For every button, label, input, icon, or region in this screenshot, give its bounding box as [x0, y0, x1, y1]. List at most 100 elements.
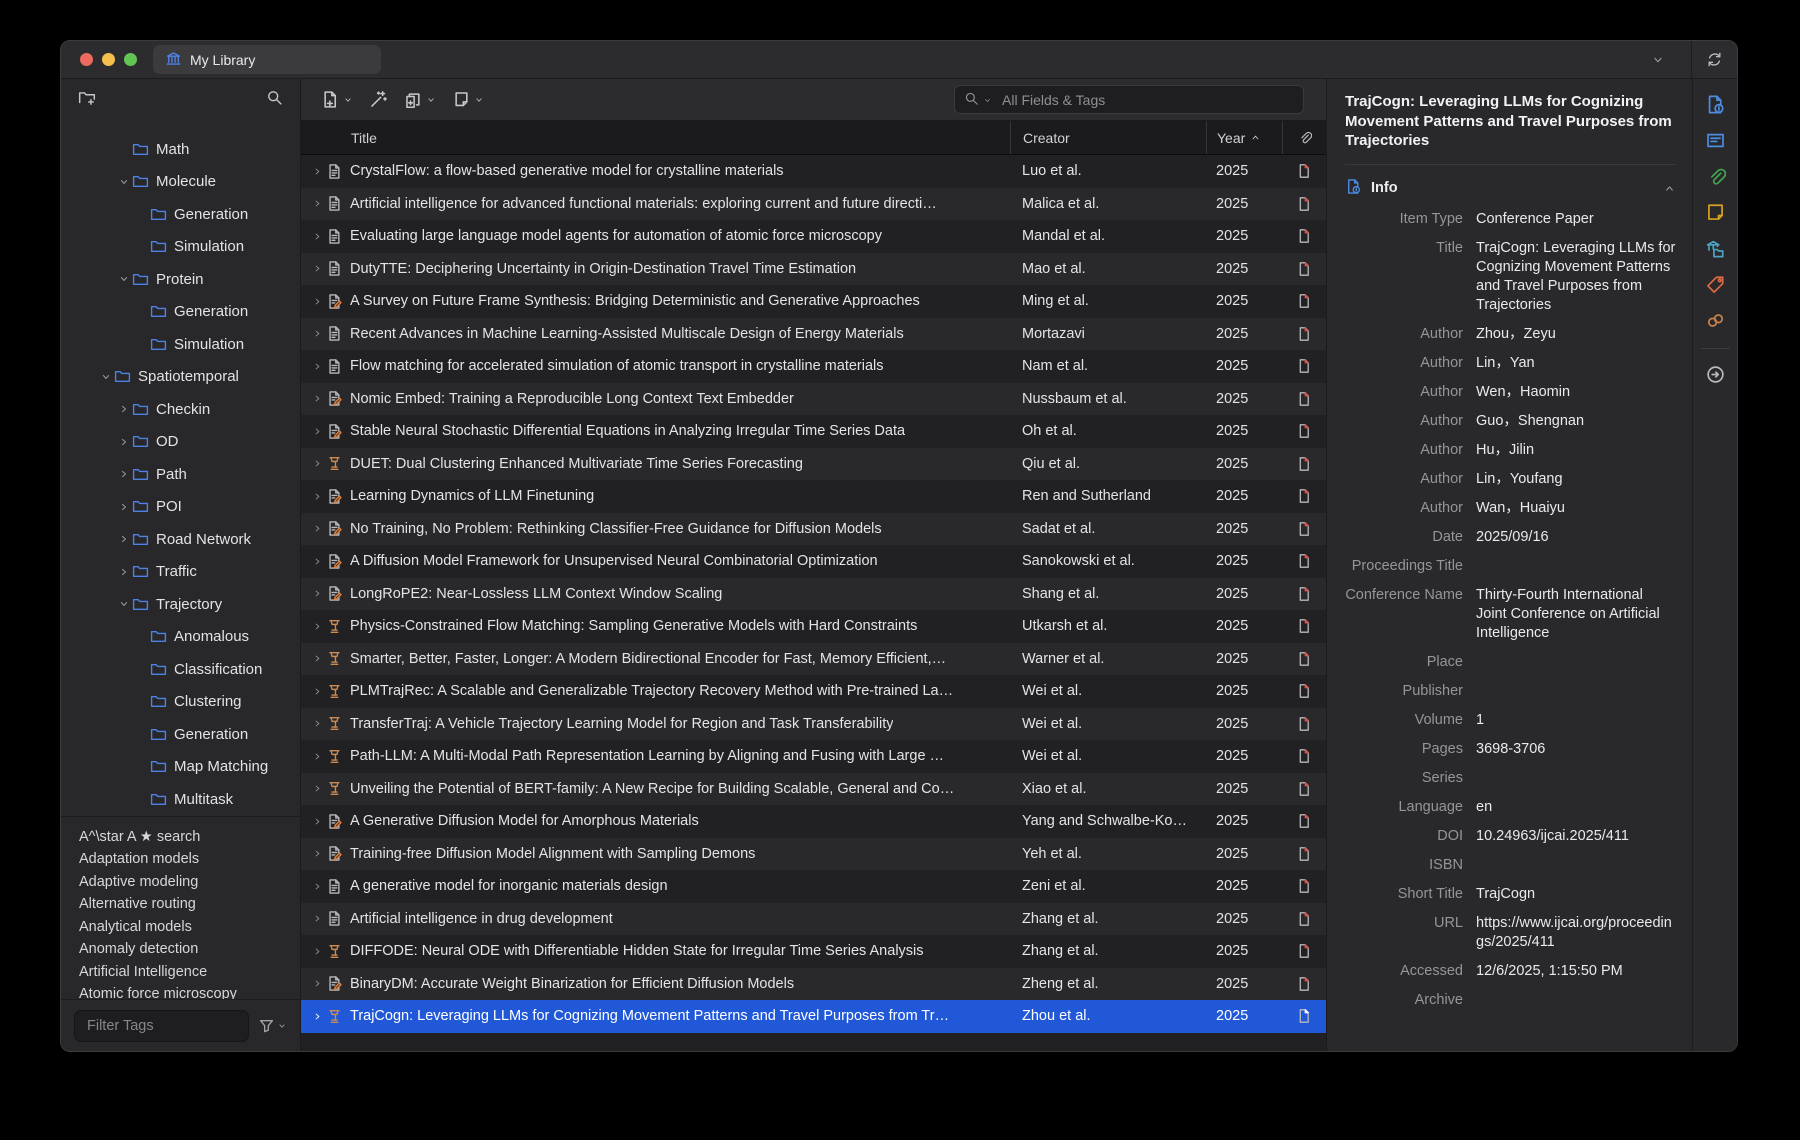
add-by-identifier-button[interactable]: [361, 86, 396, 113]
field-value[interactable]: [1476, 682, 1676, 701]
table-row-selected[interactable]: TrajCogn: Leveraging LLMs for Cognizing …: [301, 1000, 1326, 1033]
pdf-attachment-icon[interactable]: [1282, 911, 1326, 927]
search-scope-chevron-icon[interactable]: [983, 92, 992, 108]
table-row[interactable]: A Generative Diffusion Model for Amorpho…: [301, 805, 1326, 838]
collection-row-generation[interactable]: Generation: [61, 296, 300, 329]
field-value[interactable]: 10.24963/ijcai.2025/411: [1476, 827, 1676, 846]
pdf-attachment-icon[interactable]: [1282, 423, 1326, 439]
close-window-button[interactable]: [80, 53, 93, 66]
field-value[interactable]: Zhou，Zeyu: [1476, 325, 1676, 344]
tag-item[interactable]: Adaptation models: [79, 848, 300, 871]
expand-row-chevron-icon[interactable]: [312, 946, 326, 957]
field-value[interactable]: Hu，Jilin: [1476, 441, 1676, 460]
expand-row-chevron-icon[interactable]: [312, 523, 326, 534]
expand-row-chevron-icon[interactable]: [312, 816, 326, 827]
field-value[interactable]: Lin，Youfang: [1476, 470, 1676, 489]
tabs-menu-chevron-icon[interactable]: [1651, 53, 1665, 67]
notes-tab-icon[interactable]: [1705, 202, 1726, 223]
chevron-right-icon[interactable]: [115, 501, 132, 513]
expand-row-chevron-icon[interactable]: [312, 621, 326, 632]
pdf-attachment-icon[interactable]: [1282, 813, 1326, 829]
table-row[interactable]: Artificial intelligence in drug developm…: [301, 903, 1326, 936]
expand-row-chevron-icon[interactable]: [312, 491, 326, 502]
table-row[interactable]: PLMTrajRec: A Scalable and Generalizable…: [301, 675, 1326, 708]
libraries-collections-tab-icon[interactable]: [1705, 238, 1726, 259]
expand-row-chevron-icon[interactable]: [312, 978, 326, 989]
collection-row-path[interactable]: Path: [61, 458, 300, 491]
collection-row-generation[interactable]: Generation: [61, 718, 300, 751]
new-item-button[interactable]: [313, 86, 361, 113]
field-value[interactable]: [1476, 653, 1676, 672]
collection-row-od[interactable]: OD: [61, 426, 300, 459]
collection-row-math[interactable]: Math: [61, 133, 300, 166]
tag-item[interactable]: Artificial Intelligence: [79, 961, 300, 984]
pdf-attachment-icon[interactable]: [1282, 846, 1326, 862]
field-value[interactable]: [1476, 557, 1676, 576]
tag-item[interactable]: A^\star A ★ search: [79, 826, 300, 849]
table-row[interactable]: Training-free Diffusion Model Alignment …: [301, 838, 1326, 871]
collection-row-map-matching[interactable]: Map Matching: [61, 751, 300, 784]
expand-row-chevron-icon[interactable]: [312, 848, 326, 859]
collection-row-traffic[interactable]: Traffic: [61, 556, 300, 589]
table-row[interactable]: Flow matching for accelerated simulation…: [301, 350, 1326, 383]
column-header-title[interactable]: Title: [301, 121, 1010, 154]
field-value[interactable]: 12/6/2025, 1:15:50 PM: [1476, 962, 1676, 981]
field-value[interactable]: [1476, 769, 1676, 788]
expand-row-chevron-icon[interactable]: [312, 913, 326, 924]
pdf-attachment-icon[interactable]: [1282, 716, 1326, 732]
field-value[interactable]: Wan，Huaiyu: [1476, 499, 1676, 518]
expand-row-chevron-icon[interactable]: [312, 1011, 326, 1022]
field-value[interactable]: Guo，Shengnan: [1476, 412, 1676, 431]
table-row[interactable]: Recent Advances in Machine Learning-Assi…: [301, 318, 1326, 351]
field-value[interactable]: Wen，Haomin: [1476, 383, 1676, 402]
chevron-right-icon[interactable]: [115, 566, 132, 578]
pdf-attachment-icon[interactable]: [1282, 781, 1326, 797]
field-value[interactable]: en: [1476, 798, 1676, 817]
table-row[interactable]: Nomic Embed: Training a Reproducible Lon…: [301, 383, 1326, 416]
expand-row-chevron-icon[interactable]: [312, 426, 326, 437]
search-input[interactable]: All Fields & Tags: [954, 85, 1304, 114]
pdf-attachment-icon[interactable]: [1282, 196, 1326, 212]
collection-row-road-network[interactable]: Road Network: [61, 523, 300, 556]
column-header-attachment[interactable]: [1282, 121, 1326, 154]
expand-row-chevron-icon[interactable]: [312, 751, 326, 762]
field-value[interactable]: 2025/09/16: [1476, 528, 1676, 547]
table-row[interactable]: LongRoPE2: Near-Lossless LLM Context Win…: [301, 578, 1326, 611]
chevron-right-icon[interactable]: [115, 533, 132, 545]
add-attachment-button[interactable]: [396, 86, 444, 113]
expand-row-chevron-icon[interactable]: [312, 588, 326, 599]
pdf-attachment-icon[interactable]: [1282, 651, 1326, 667]
expand-row-chevron-icon[interactable]: [312, 393, 326, 404]
pdf-attachment-icon[interactable]: [1282, 1008, 1326, 1024]
table-row[interactable]: DutyTTE: Deciphering Uncertainty in Orig…: [301, 253, 1326, 286]
table-row[interactable]: A Survey on Future Frame Synthesis: Brid…: [301, 285, 1326, 318]
collection-row-checkin[interactable]: Checkin: [61, 393, 300, 426]
collection-row-protein[interactable]: Protein: [61, 263, 300, 296]
field-value[interactable]: [1476, 856, 1676, 875]
pdf-attachment-icon[interactable]: [1282, 293, 1326, 309]
field-value[interactable]: TrajCogn: [1476, 885, 1676, 904]
collection-row-poi[interactable]: POI: [61, 491, 300, 524]
expand-row-chevron-icon[interactable]: [312, 718, 326, 729]
tab-my-library[interactable]: My Library: [153, 45, 381, 74]
field-value[interactable]: TrajCogn: Leveraging LLMs for Cognizing …: [1476, 239, 1676, 315]
pdf-attachment-icon[interactable]: [1282, 976, 1326, 992]
collection-row-clustering[interactable]: Clustering: [61, 686, 300, 719]
info-section-header[interactable]: Info: [1345, 164, 1676, 199]
expand-row-chevron-icon[interactable]: [312, 328, 326, 339]
pdf-attachment-icon[interactable]: [1282, 391, 1326, 407]
table-row[interactable]: Physics-Constrained Flow Matching: Sampl…: [301, 610, 1326, 643]
collection-row-spatiotemporal[interactable]: Spatiotemporal: [61, 361, 300, 394]
expand-row-chevron-icon[interactable]: [312, 556, 326, 567]
expand-row-chevron-icon[interactable]: [312, 166, 326, 177]
table-row[interactable]: Unveiling the Potential of BERT-family: …: [301, 773, 1326, 806]
collapse-section-icon[interactable]: [1663, 182, 1676, 195]
field-value[interactable]: Thirty-Fourth International Joint Confer…: [1476, 586, 1676, 643]
table-row[interactable]: Stable Neural Stochastic Differential Eq…: [301, 415, 1326, 448]
table-row[interactable]: Learning Dynamics of LLM Finetuning Ren …: [301, 480, 1326, 513]
tag-item[interactable]: Adaptive modeling: [79, 871, 300, 894]
pdf-attachment-icon[interactable]: [1282, 326, 1326, 342]
tag-item[interactable]: Anomaly detection: [79, 938, 300, 961]
pdf-attachment-icon[interactable]: [1282, 618, 1326, 634]
expand-row-chevron-icon[interactable]: [312, 296, 326, 307]
